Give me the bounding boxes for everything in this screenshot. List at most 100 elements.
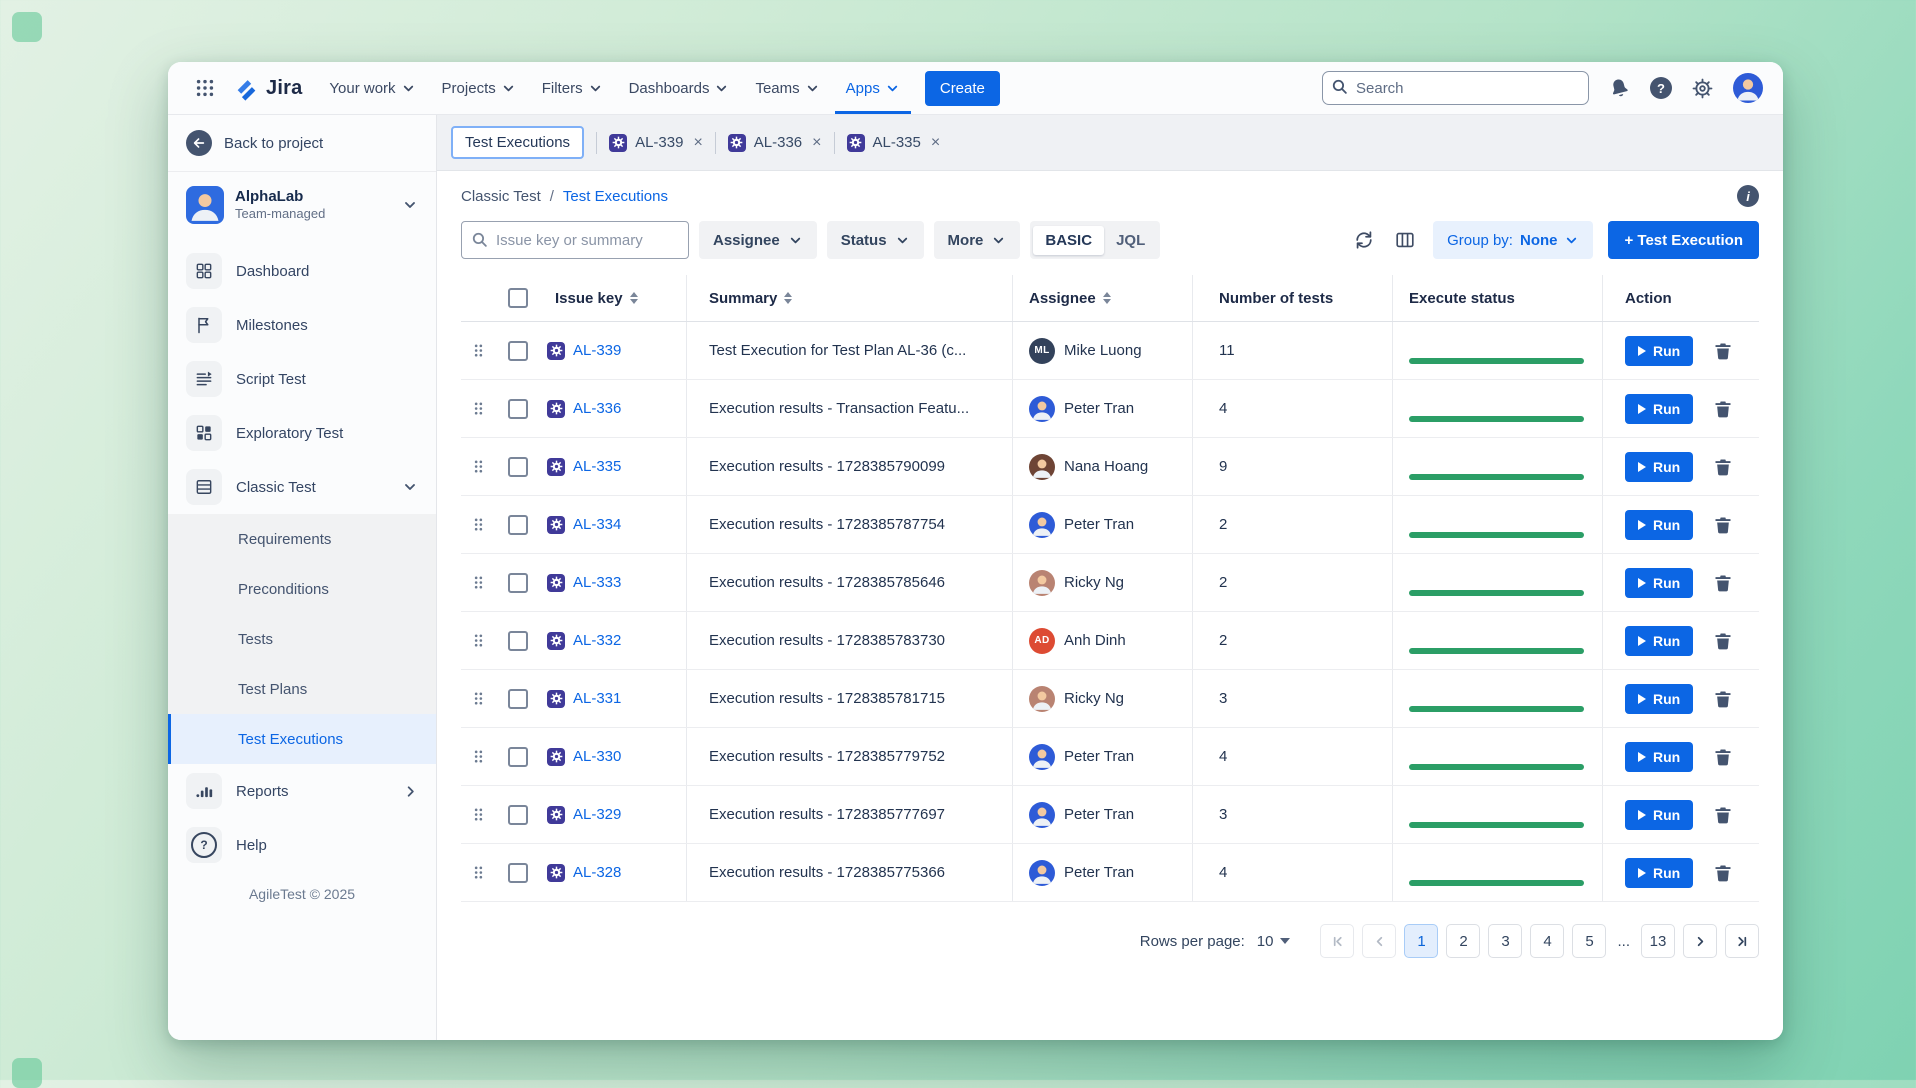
- page-button-2[interactable]: 2: [1446, 924, 1480, 958]
- delete-icon[interactable]: [1711, 629, 1735, 653]
- sidebar-item-preconditions[interactable]: Preconditions: [168, 564, 436, 614]
- nav-apps[interactable]: Apps: [835, 62, 911, 114]
- issue-key-link[interactable]: AL-332: [573, 632, 621, 649]
- assignee-filter-button[interactable]: Assignee: [699, 221, 817, 259]
- page-button-3[interactable]: 3: [1488, 924, 1522, 958]
- select-all-checkbox[interactable]: [508, 288, 528, 308]
- sidebar-item-dashboard[interactable]: Dashboard: [168, 244, 436, 298]
- delete-icon[interactable]: [1711, 397, 1735, 421]
- sidebar-item-exploratory-test[interactable]: Exploratory Test: [168, 406, 436, 460]
- drag-handle-icon[interactable]: [461, 670, 495, 727]
- run-button[interactable]: Run: [1625, 452, 1693, 482]
- app-switcher-icon[interactable]: [188, 62, 222, 114]
- sidebar-item-help[interactable]: ? Help: [168, 818, 436, 872]
- issue-key-link[interactable]: AL-331: [573, 690, 621, 707]
- group-by-button[interactable]: Group by: None: [1433, 221, 1593, 259]
- run-button[interactable]: Run: [1625, 568, 1693, 598]
- previous-page-button[interactable]: [1362, 924, 1396, 958]
- close-icon[interactable]: ×: [812, 135, 821, 151]
- column-issue-key[interactable]: Issue key: [541, 275, 686, 321]
- row-checkbox[interactable]: [508, 689, 528, 709]
- issue-key-link[interactable]: AL-328: [573, 864, 621, 881]
- global-search-input[interactable]: [1322, 71, 1589, 105]
- help-icon[interactable]: ?: [1650, 77, 1672, 99]
- sidebar-item-reports[interactable]: Reports: [168, 764, 436, 818]
- issue-key-link[interactable]: AL-339: [573, 342, 621, 359]
- drag-handle-icon[interactable]: [461, 438, 495, 495]
- jira-logo[interactable]: Jira: [226, 62, 314, 114]
- page-button-13[interactable]: 13: [1641, 924, 1675, 958]
- nav-filters[interactable]: Filters: [531, 62, 614, 114]
- notifications-bell-icon[interactable]: [1606, 75, 1633, 102]
- next-page-button[interactable]: [1683, 924, 1717, 958]
- delete-icon[interactable]: [1711, 861, 1735, 885]
- delete-icon[interactable]: [1711, 745, 1735, 769]
- sidebar-item-test-plans[interactable]: Test Plans: [168, 664, 436, 714]
- project-switcher[interactable]: AlphaLab Team-managed: [168, 172, 436, 234]
- sidebar-item-milestones[interactable]: Milestones: [168, 298, 436, 352]
- run-button[interactable]: Run: [1625, 684, 1693, 714]
- tab-test-executions[interactable]: Test Executions: [451, 126, 584, 159]
- row-checkbox[interactable]: [508, 573, 528, 593]
- delete-icon[interactable]: [1711, 687, 1735, 711]
- run-button[interactable]: Run: [1625, 510, 1693, 540]
- sidebar-item-classic-test[interactable]: Classic Test: [168, 460, 436, 514]
- run-button[interactable]: Run: [1625, 858, 1693, 888]
- drag-handle-icon[interactable]: [461, 322, 495, 379]
- row-checkbox[interactable]: [508, 457, 528, 477]
- breadcrumb-parent[interactable]: Classic Test: [461, 188, 541, 205]
- drag-handle-icon[interactable]: [461, 496, 495, 553]
- sidebar-item-test-executions[interactable]: Test Executions: [168, 714, 436, 764]
- tab-al-336[interactable]: AL-336 ×: [728, 134, 822, 152]
- sidebar-item-script-test[interactable]: Script Test: [168, 352, 436, 406]
- mode-jql[interactable]: JQL: [1104, 226, 1157, 255]
- drag-handle-icon[interactable]: [461, 786, 495, 843]
- run-button[interactable]: Run: [1625, 626, 1693, 656]
- drag-handle-icon[interactable]: [461, 380, 495, 437]
- page-button-5[interactable]: 5: [1572, 924, 1606, 958]
- settings-gear-icon[interactable]: [1689, 75, 1716, 102]
- info-icon[interactable]: i: [1737, 185, 1759, 207]
- rows-per-page-select[interactable]: 10: [1253, 931, 1295, 952]
- nav-teams[interactable]: Teams: [744, 62, 830, 114]
- delete-icon[interactable]: [1711, 571, 1735, 595]
- run-button[interactable]: Run: [1625, 800, 1693, 830]
- close-icon[interactable]: ×: [931, 135, 940, 151]
- sidebar-item-tests[interactable]: Tests: [168, 614, 436, 664]
- row-checkbox[interactable]: [508, 515, 528, 535]
- issue-key-link[interactable]: AL-335: [573, 458, 621, 475]
- status-filter-button[interactable]: Status: [827, 221, 924, 259]
- row-checkbox[interactable]: [508, 747, 528, 767]
- delete-icon[interactable]: [1711, 455, 1735, 479]
- issue-key-link[interactable]: AL-333: [573, 574, 621, 591]
- issue-search-input[interactable]: [461, 221, 689, 259]
- nav-projects[interactable]: Projects: [431, 62, 527, 114]
- drag-handle-icon[interactable]: [461, 612, 495, 669]
- mode-basic[interactable]: BASIC: [1033, 226, 1104, 255]
- row-checkbox[interactable]: [508, 863, 528, 883]
- columns-icon[interactable]: [1392, 227, 1418, 253]
- delete-icon[interactable]: [1711, 803, 1735, 827]
- delete-icon[interactable]: [1711, 339, 1735, 363]
- delete-icon[interactable]: [1711, 513, 1735, 537]
- first-page-button[interactable]: [1320, 924, 1354, 958]
- nav-dashboards[interactable]: Dashboards: [618, 62, 741, 114]
- back-to-project-button[interactable]: Back to project: [168, 115, 436, 172]
- nav-your-work[interactable]: Your work: [318, 62, 426, 114]
- refresh-icon[interactable]: [1351, 227, 1377, 253]
- page-button-4[interactable]: 4: [1530, 924, 1564, 958]
- row-checkbox[interactable]: [508, 399, 528, 419]
- add-test-execution-button[interactable]: + Test Execution: [1608, 221, 1759, 259]
- drag-handle-icon[interactable]: [461, 844, 495, 901]
- row-checkbox[interactable]: [508, 631, 528, 651]
- user-avatar[interactable]: [1733, 73, 1763, 103]
- tab-al-335[interactable]: AL-335 ×: [847, 134, 941, 152]
- row-checkbox[interactable]: [508, 341, 528, 361]
- more-filter-button[interactable]: More: [934, 221, 1021, 259]
- drag-handle-icon[interactable]: [461, 554, 495, 611]
- page-button-1[interactable]: 1: [1404, 924, 1438, 958]
- run-button[interactable]: Run: [1625, 394, 1693, 424]
- issue-key-link[interactable]: AL-334: [573, 516, 621, 533]
- last-page-button[interactable]: [1725, 924, 1759, 958]
- issue-key-link[interactable]: AL-330: [573, 748, 621, 765]
